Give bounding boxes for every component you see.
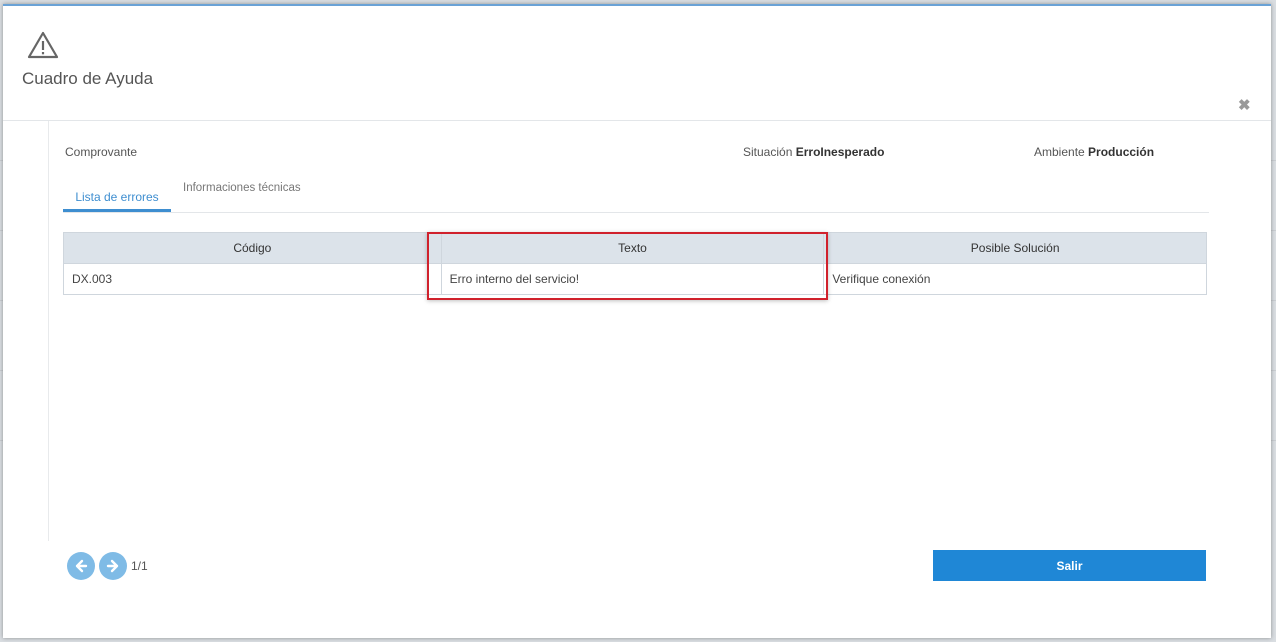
ambiente-field: Ambiente Producción [1034,145,1154,159]
column-header-codigo[interactable]: Código [63,232,442,264]
help-dialog: Cuadro de Ayuda ✖ [3,4,1271,638]
ambiente-value: Producción [1088,145,1155,159]
close-icon[interactable]: ✖ [1238,96,1251,114]
table-header-row: Código Texto Posible Solución [63,232,1207,264]
comprobante-label: Comprovante [65,145,138,159]
exit-button[interactable]: Salir [933,550,1206,581]
page-indicator: 1/1 [131,559,148,573]
situacion-value: ErroInesperado [795,145,885,159]
cell-codigo: DX.003 [63,263,442,295]
ambiente-label: Ambiente [1034,145,1085,159]
tab-lista-de-errores[interactable]: Lista de errores [63,186,171,212]
next-page-button[interactable] [99,552,127,580]
cell-posible-solucion: Verifique conexión [823,263,1207,295]
table-row[interactable]: DX.003 Erro interno del servicio! Verifi… [63,263,1207,295]
warning-icon [27,31,59,59]
errors-table: Código Texto Posible Solución DX.003 Err… [63,232,1207,295]
column-header-texto[interactable]: Texto [440,232,825,264]
situacion-label: Situación [743,145,793,159]
tabs-divider [63,212,1209,213]
prev-page-button[interactable] [67,552,95,580]
column-header-posible-solucion[interactable]: Posible Solución [823,232,1207,264]
dialog-title: Cuadro de Ayuda [22,69,154,88]
situacion-field: Situación ErroInesperado [743,145,884,159]
tab-informaciones-tecnicas[interactable]: Informaciones técnicas [183,182,301,194]
arrow-right-icon [106,559,119,573]
cell-texto: Erro interno del servicio! [440,263,825,295]
arrow-left-icon [75,559,88,573]
